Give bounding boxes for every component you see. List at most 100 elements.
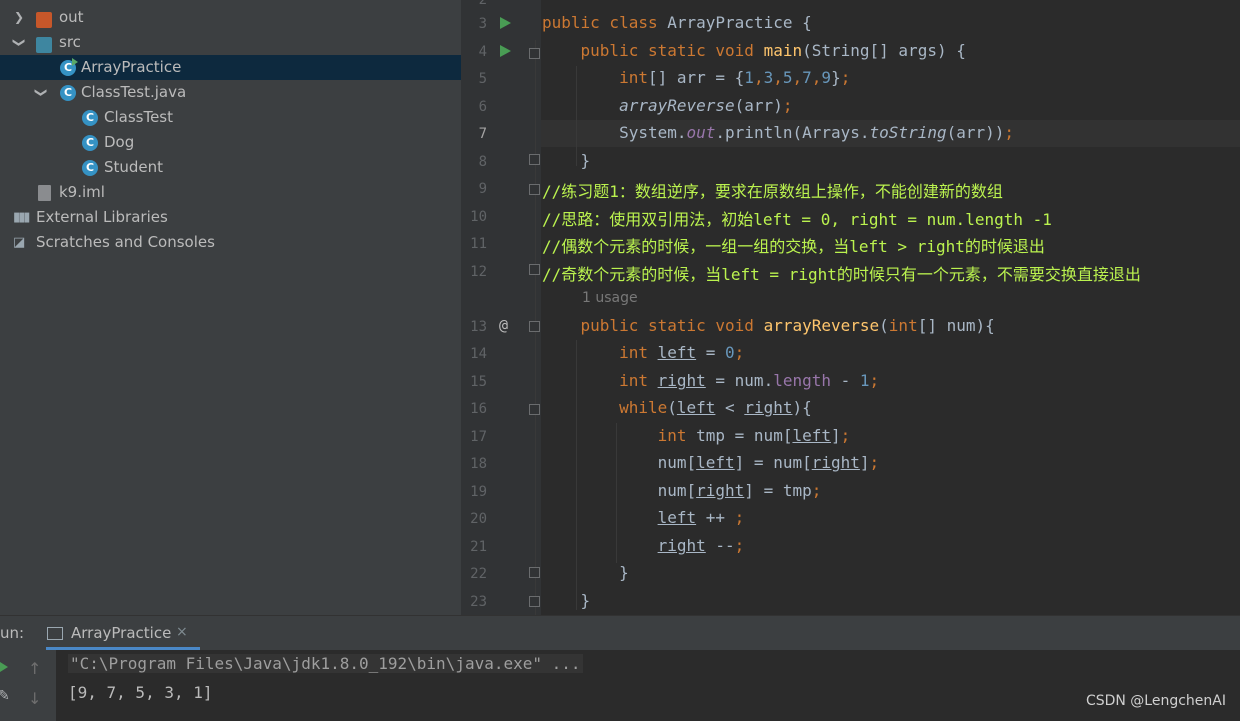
fold-icon[interactable] bbox=[529, 264, 540, 275]
tree-item-label: ArrayPractice bbox=[81, 58, 182, 76]
code-comment-line[interactable]: //练习题1：数组逆序，要求在原数组上操作，不能创建新的数组 bbox=[542, 178, 1003, 202]
line-number: 5 bbox=[478, 71, 487, 87]
code-line-21[interactable]: right --; bbox=[542, 536, 745, 555]
tree-item-label: out bbox=[59, 8, 84, 26]
java-file-icon: C bbox=[60, 85, 76, 101]
code-line-23[interactable]: } bbox=[542, 591, 591, 610]
line-number: 2 bbox=[478, 0, 487, 8]
folder-blue-icon bbox=[36, 37, 52, 53]
line-number: 21 bbox=[470, 539, 487, 555]
console-command-line[interactable]: "C:\Program Files\Java\jdk1.8.0_192\bin\… bbox=[68, 654, 583, 673]
tree-item-label: Scratches and Consoles bbox=[36, 233, 215, 251]
line-number: 20 bbox=[470, 511, 487, 527]
fold-icon[interactable] bbox=[529, 567, 540, 578]
code-line-5[interactable]: int[] arr = {1,3,5,7,9}; bbox=[542, 68, 850, 87]
fold-icon[interactable] bbox=[529, 48, 540, 59]
fold-icon[interactable] bbox=[529, 596, 540, 607]
line-number: 22 bbox=[470, 566, 487, 582]
code-line-8[interactable]: } bbox=[542, 151, 591, 170]
java-class-icon: C bbox=[82, 160, 98, 176]
code-line-18[interactable]: num[left] = num[right]; bbox=[542, 453, 880, 472]
module-file-icon bbox=[38, 185, 51, 201]
rerun-icon[interactable] bbox=[0, 662, 8, 672]
tree-item-arraypractice[interactable]: C ArrayPractice bbox=[0, 55, 461, 80]
run-class-icon[interactable] bbox=[500, 17, 511, 29]
project-tree-panel: ❯ out ❯ src C ArrayPractice ❯ C ClassTes… bbox=[0, 0, 461, 615]
tree-item-student[interactable]: C Student bbox=[0, 155, 461, 180]
tab-arraypractice[interactable]: ArrayPractice × bbox=[36, 616, 200, 650]
tab-label: ArrayPractice bbox=[71, 624, 172, 642]
fold-icon[interactable] bbox=[529, 184, 540, 195]
line-number: 15 bbox=[470, 374, 487, 390]
code-line-14[interactable]: int left = 0; bbox=[542, 343, 744, 362]
arrow-up-icon[interactable]: ↑ bbox=[28, 659, 41, 678]
tree-item-out[interactable]: ❯ out bbox=[0, 5, 461, 30]
code-line-15[interactable]: int right = num.length - 1; bbox=[542, 371, 879, 390]
line-number: 7 bbox=[478, 126, 487, 142]
arrow-down-icon[interactable]: ↓ bbox=[28, 689, 41, 708]
watermark: CSDN @LengchenAI bbox=[1085, 693, 1226, 709]
tree-item-external-libraries[interactable]: ▮▮▮ External Libraries bbox=[0, 205, 461, 230]
tree-item-classtest[interactable]: C ClassTest bbox=[0, 105, 461, 130]
tree-item-src[interactable]: ❯ src bbox=[0, 30, 461, 55]
code-line-7[interactable]: System.out.println(Arrays.toString(arr))… bbox=[542, 123, 1014, 142]
line-number: 12 bbox=[470, 264, 487, 280]
line-number: 11 bbox=[470, 236, 487, 252]
java-class-icon: C bbox=[82, 135, 98, 151]
fold-icon[interactable] bbox=[529, 321, 540, 332]
line-number: 19 bbox=[470, 484, 487, 500]
close-icon[interactable]: × bbox=[176, 624, 188, 640]
folder-orange-icon bbox=[36, 12, 52, 28]
code-line-6[interactable]: arrayReverse(arr); bbox=[542, 96, 792, 115]
line-number: 10 bbox=[470, 209, 487, 225]
tree-item-label: Student bbox=[104, 158, 164, 176]
run-tool-window-header: un: ArrayPractice × bbox=[0, 615, 1240, 650]
fold-icon[interactable] bbox=[529, 154, 540, 165]
line-number: 18 bbox=[470, 456, 487, 472]
java-class-main-icon: C bbox=[60, 58, 78, 76]
line-number: 8 bbox=[478, 154, 487, 170]
run-main-icon[interactable] bbox=[500, 45, 511, 57]
tree-item-label: Dog bbox=[104, 133, 135, 151]
code-line-20[interactable]: left ++ ; bbox=[542, 508, 745, 527]
tree-item-label: ClassTest.java bbox=[81, 83, 187, 101]
scratches-icon: ◪ bbox=[13, 235, 25, 250]
java-class-icon: C bbox=[82, 110, 98, 126]
code-comment-line[interactable]: //偶数个元素的时候，一组一组的交换，当left > right的时候退出 bbox=[542, 233, 1045, 257]
code-line-22[interactable]: } bbox=[542, 563, 629, 582]
code-comment-line[interactable]: //思路：使用双引用法，初始left = 0, right = num.leng… bbox=[542, 206, 1052, 230]
code-line-19[interactable]: num[right] = tmp; bbox=[542, 481, 822, 500]
code-line-17[interactable]: int tmp = num[left]; bbox=[542, 426, 851, 445]
run-label: un: bbox=[0, 624, 25, 642]
line-number: 13 bbox=[470, 319, 487, 335]
tree-item-k9-iml[interactable]: k9.iml bbox=[0, 180, 461, 205]
implements-at-icon[interactable]: @ bbox=[499, 316, 508, 334]
code-line-4[interactable]: public static void main(String[] args) { bbox=[542, 41, 966, 60]
tree-item-label: src bbox=[59, 33, 81, 51]
line-number: 6 bbox=[478, 99, 487, 115]
code-line-16[interactable]: while(left < right){ bbox=[542, 398, 812, 417]
line-number: 14 bbox=[470, 346, 487, 362]
code-line-13[interactable]: public static void arrayReverse(int[] nu… bbox=[542, 316, 995, 335]
usage-hint[interactable]: 1 usage bbox=[582, 290, 638, 306]
libraries-icon: ▮▮▮ bbox=[13, 210, 30, 225]
chevron-down-icon[interactable]: ❯ bbox=[29, 86, 54, 100]
line-number: 9 bbox=[478, 181, 487, 197]
tree-item-label: ClassTest bbox=[104, 108, 174, 126]
line-number: 17 bbox=[470, 429, 487, 445]
chevron-right-icon[interactable]: ❯ bbox=[12, 5, 26, 30]
chevron-down-icon[interactable]: ❯ bbox=[7, 36, 32, 50]
tree-item-scratches[interactable]: ◪ Scratches and Consoles bbox=[0, 230, 461, 255]
console-output-line[interactable]: [9, 7, 5, 3, 1] bbox=[68, 683, 213, 702]
tree-item-classtest-java[interactable]: ❯ C ClassTest.java bbox=[0, 80, 461, 105]
code-line-3[interactable]: public class ArrayPractice { bbox=[542, 13, 812, 32]
tree-item-label: k9.iml bbox=[59, 183, 105, 201]
fold-icon[interactable] bbox=[529, 404, 540, 415]
wrench-icon[interactable]: ✎ bbox=[0, 688, 10, 704]
line-number: 3 bbox=[478, 16, 487, 32]
line-number: 4 bbox=[478, 44, 487, 60]
code-comment-line[interactable]: //奇数个元素的时候，当left = right的时候只有一个元素，不需要交换直… bbox=[542, 261, 1141, 285]
line-number: 16 bbox=[470, 401, 487, 417]
tree-item-label: External Libraries bbox=[36, 208, 168, 226]
tree-item-dog[interactable]: C Dog bbox=[0, 130, 461, 155]
